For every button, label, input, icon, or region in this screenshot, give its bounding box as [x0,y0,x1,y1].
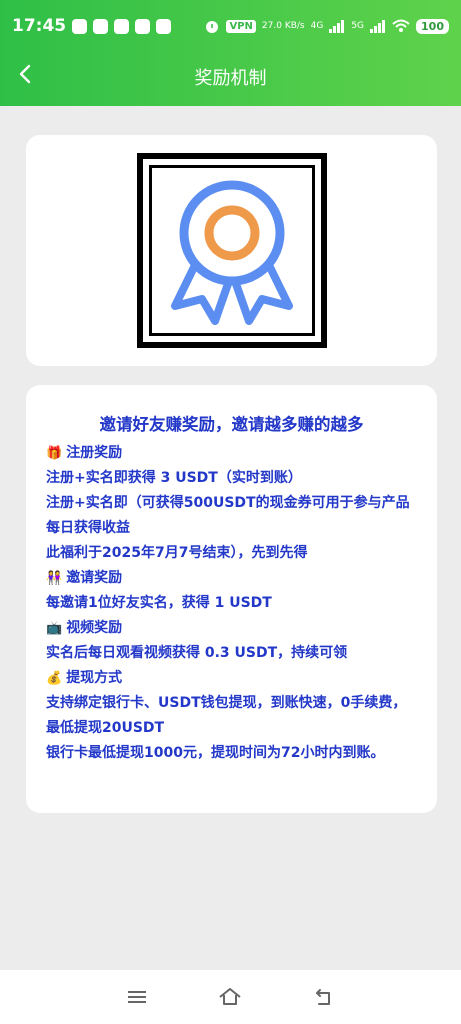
register-line-1: 注册+实名即获得 3 USDT（实时到账） [46,470,302,486]
app-notification-icon [114,18,130,34]
system-nav-bar [0,970,461,1024]
section-withdraw: 💰 提现方式 [46,670,123,686]
section-video: 📺 视频奖励 [46,620,123,636]
app-notification-icon [72,18,88,34]
app-header: 17:45 VPN 27.0 KB/s 4G 5G 100 奖励机制 [0,0,461,106]
battery-indicator: 100 [416,18,449,34]
app-notification-icon [156,18,172,34]
status-bar: 17:45 VPN 27.0 KB/s 4G 5G 100 [0,0,461,52]
chevron-left-icon[interactable] [14,62,38,86]
home-icon[interactable] [217,984,243,1010]
wifi-icon [392,19,410,32]
rules-card: 邀请好友赚奖励，邀请越多赚的越多 🎁 注册奖励 注册+实名即获得 3 USDT（实… [26,385,437,813]
alarm-icon [206,21,219,33]
network-speed: 27.0 KB/s [261,21,305,31]
navbar: 奖励机制 [0,52,461,102]
rules-headline: 邀请好友赚奖励，邀请越多赚的越多 [99,415,364,434]
status-right: VPN 27.0 KB/s 4G 5G 100 [204,18,449,34]
register-line-2: 注册+实名即（可获得500USDT的现金券可用于参与产品每日获得收益 [46,495,410,536]
video-line-1: 实名后每日观看视频获得 0.3 USDT，持续可领 [46,645,348,661]
app-notification-icon [93,18,109,34]
people-icon: 👭 [46,571,63,586]
vpn-badge: VPN [226,19,256,33]
section-register: 🎁 注册奖励 [46,445,123,461]
award-ribbon-icon [171,180,293,325]
status-time: 17:45 [12,16,67,36]
award-image-frame [137,153,327,348]
signal-icon [370,20,386,33]
hero-card [26,135,437,366]
gift-icon: 🎁 [46,446,63,461]
withdraw-line-2: 银行卡最低提现1000元，提现时间为72小时内到账。 [46,745,385,761]
money-bag-icon: 💰 [46,671,63,686]
register-line-3: 此福利于2025年7月7号结束），先到先得 [46,545,308,561]
withdraw-line-1: 支持绑定银行卡、USDT钱包提现，到账快速，0手续费，最低提现20USDT [46,695,407,736]
rules-content: 邀请好友赚奖励，邀请越多赚的越多 🎁 注册奖励 注册+实名即获得 3 USDT（实… [26,385,437,766]
invite-line-1: 每邀请1位好友实名，获得 1 USDT [46,595,272,611]
network-4g: 4G [310,21,324,31]
back-icon[interactable] [311,984,337,1010]
page-title: 奖励机制 [194,68,267,89]
status-left: 17:45 [12,16,172,36]
menu-icon[interactable] [124,984,150,1010]
tv-icon: 📺 [46,621,63,636]
network-5g: 5G [351,21,365,31]
app-notification-icon [135,18,151,34]
signal-icon [329,20,345,33]
section-invite: 👭 邀请奖励 [46,570,123,586]
